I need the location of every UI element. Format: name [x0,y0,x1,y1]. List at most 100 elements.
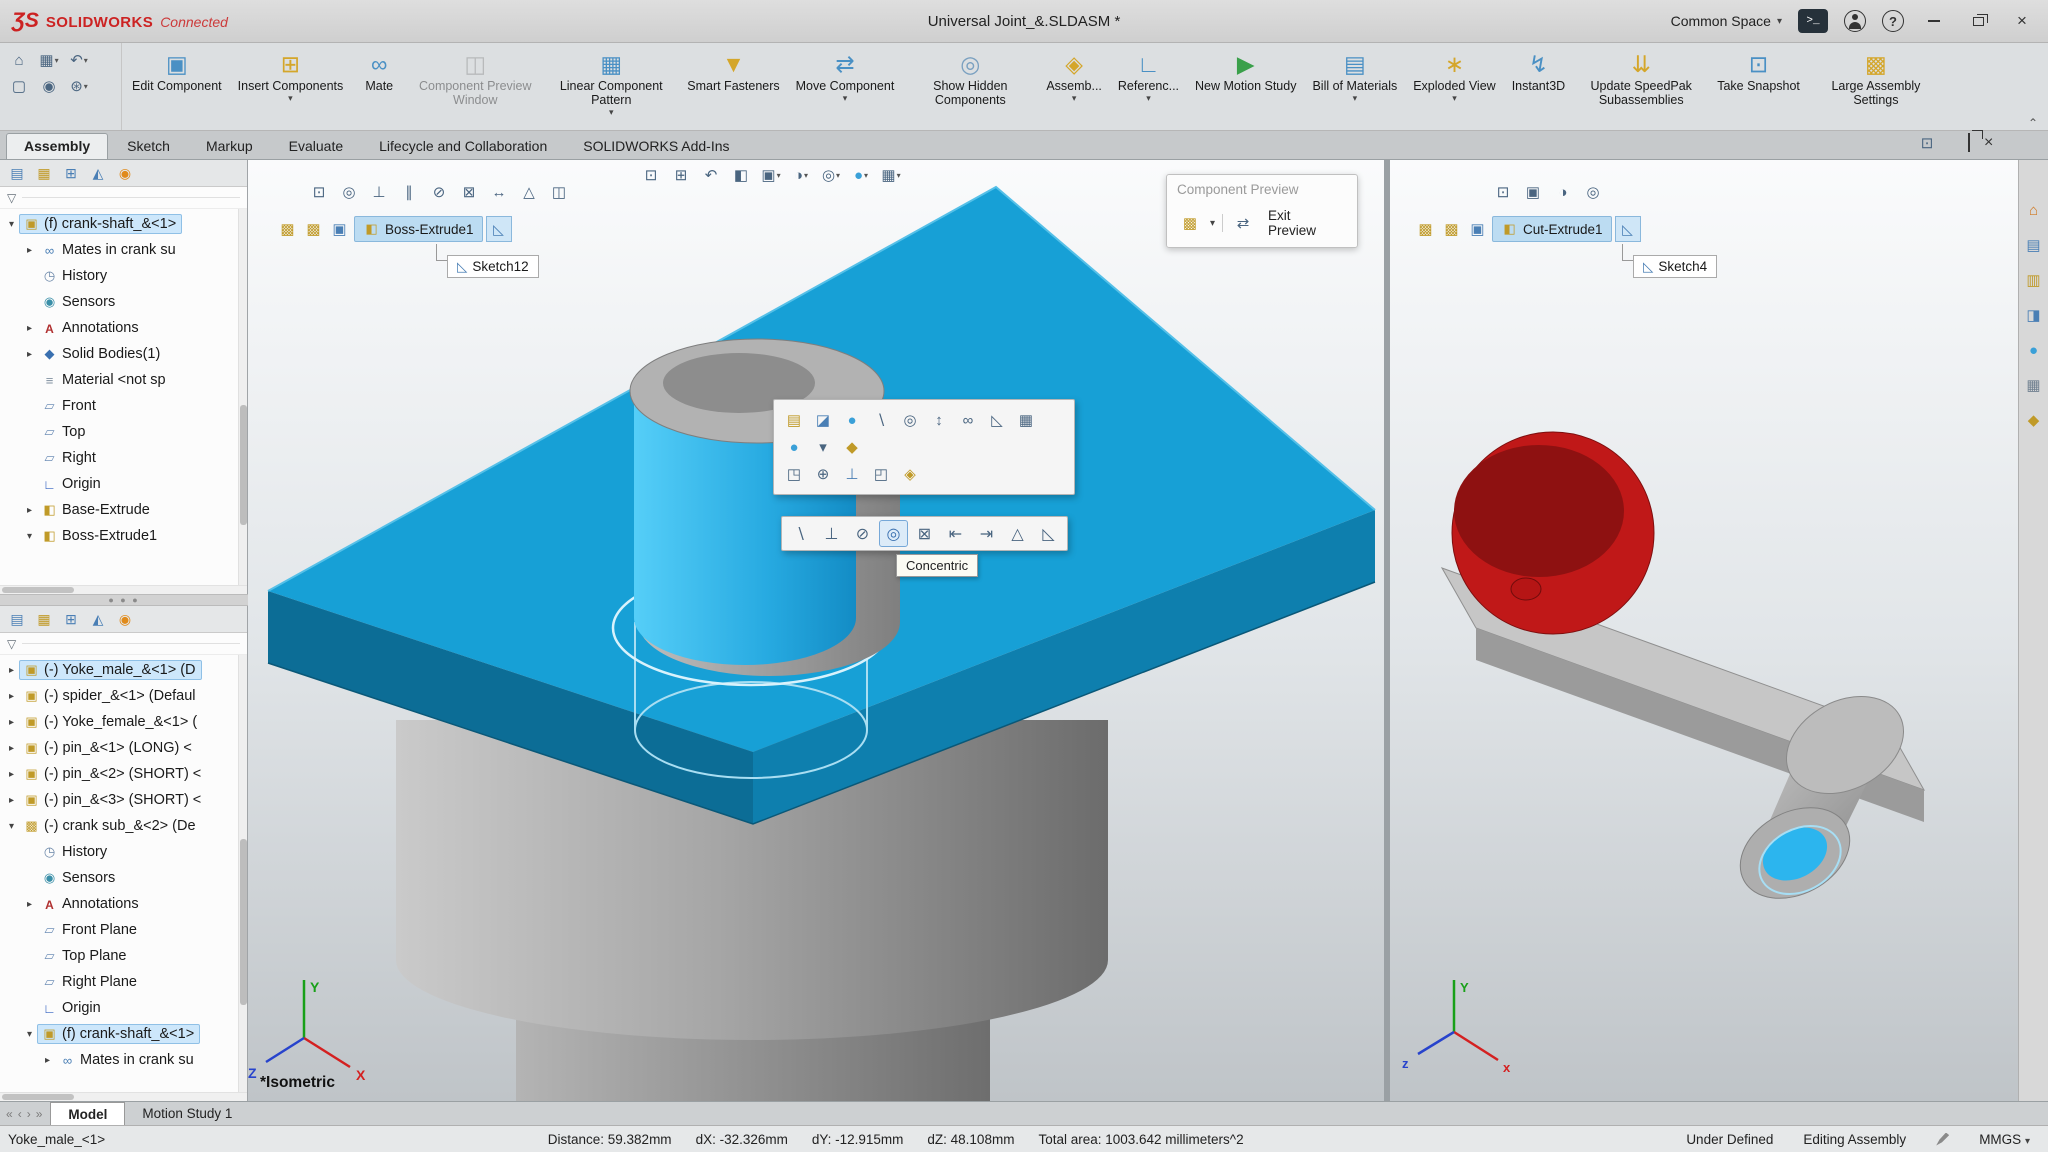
custom-properties-icon[interactable] [2022,373,2046,397]
doc-close-button[interactable]: × [1984,134,1993,152]
prev-tab-icon[interactable]: ‹ [18,1107,22,1121]
account-icon[interactable] [1844,10,1866,32]
horizontal-scrollbar[interactable] [0,1092,247,1101]
expand-arrow-icon[interactable] [4,769,19,780]
vertical-scrollbar[interactable] [238,655,247,1092]
hide-show-icon[interactable] [1580,180,1606,204]
smart-dimension-icon[interactable] [1034,520,1063,547]
tree-item[interactable]: Front [0,393,247,419]
expand-arrow-icon[interactable] [22,505,37,516]
left-3d-scene[interactable]: Y X Z [248,160,1384,1101]
new-document-icon[interactable] [6,74,32,98]
home-icon[interactable] [6,48,32,72]
hide-icon[interactable] [897,408,923,432]
ribbon-button[interactable]: Component Preview Window ▾ [407,45,543,128]
assembly-icon[interactable] [1414,218,1437,241]
minimize-button[interactable] [1920,8,1948,34]
command-tab[interactable]: Sketch [110,134,187,159]
appearances-icon[interactable] [2022,338,2046,362]
expand-arrow-icon[interactable] [22,531,37,542]
hide-show-icon[interactable] [818,163,844,187]
sync-preview-icon[interactable] [1230,211,1256,235]
assembly-icon[interactable] [1177,211,1203,235]
ribbon-button[interactable]: Mate ▾ [351,45,407,128]
tree-item[interactable]: Material <not sp [0,367,247,393]
tab-model[interactable]: Model [50,1102,125,1125]
crank-wheel-top-face[interactable] [1454,445,1624,577]
main-graphics-viewport[interactable]: Y X Z Boss-Extrude1 Sketch12 [248,160,1384,1101]
display-style-icon[interactable] [788,163,814,187]
horizontal-dim-icon[interactable] [941,520,970,547]
configure-feature-icon[interactable] [897,462,923,486]
terminal-icon[interactable]: >_ [1798,9,1828,33]
edit-appearance-icon[interactable] [848,163,874,187]
tree-item[interactable]: Right Plane [0,969,247,995]
subassembly-icon[interactable] [1440,218,1463,241]
dock-window-icon[interactable]: ⊡ [1914,131,1940,155]
chevron-down-icon[interactable]: ▾ [1210,218,1215,229]
command-tab[interactable]: Lifecycle and Collaboration [362,134,564,159]
close-button[interactable]: × [2008,8,2036,34]
dimxpertmanager-tab-icon[interactable] [85,162,111,185]
previous-view-icon[interactable] [698,163,724,187]
tree-item[interactable]: Top Plane [0,943,247,969]
right-3d-scene[interactable]: Y x z [1390,160,2018,1101]
view-orientation-icon[interactable] [758,163,784,187]
ribbon-button[interactable]: Linear Component Pattern ▾ [543,45,679,128]
expand-arrow-icon[interactable] [22,245,37,256]
first-tab-icon[interactable]: « [6,1107,13,1121]
tree-item[interactable]: Mates in crank su [0,1047,247,1073]
panel-splitter[interactable]: ● ● ● [0,594,248,606]
edit-feature-icon[interactable] [781,408,807,432]
measure-icon[interactable] [926,408,952,432]
command-tab[interactable]: SOLIDWORKS Add-Ins [566,134,746,159]
feature-breadcrumb-chip[interactable]: Cut-Extrude1 [1492,216,1612,242]
ribbon-button[interactable]: Bill of Materials ▾ [1304,45,1405,128]
save-icon[interactable] [36,48,62,72]
ribbon-button[interactable]: Show Hidden Components ▾ [902,45,1038,128]
assembly-icon[interactable] [276,218,299,241]
last-tab-icon[interactable]: » [36,1107,43,1121]
view-palette-icon[interactable] [2022,303,2046,327]
command-tab[interactable]: Assembly [6,133,108,159]
expand-arrow-icon[interactable] [22,1029,37,1040]
box-zoom-icon[interactable] [781,462,807,486]
zoom-area-icon[interactable] [668,163,694,187]
magnify-icon[interactable] [810,462,836,486]
tree-item[interactable]: History [0,263,247,289]
ribbon-button[interactable]: Smart Fasteners ▾ [679,45,787,128]
part-icon[interactable] [328,218,351,241]
command-tab[interactable]: Markup [189,134,270,159]
preview-graphics-viewport[interactable]: Y x z Cut-Extrude1 Sketch4 [1390,160,2018,1101]
sketch-breadcrumb-chip[interactable]: Sketch12 [447,255,539,278]
tree-item[interactable]: Sensors [0,289,247,315]
tree-item[interactable]: History [0,839,247,865]
doc-restore-button[interactable] [1968,134,1970,152]
attach-icon[interactable] [955,408,981,432]
tree-item[interactable]: (-) spider_&<1> (Defaul [0,683,247,709]
tab-navigation[interactable]: « ‹ › » [6,1102,50,1125]
expand-arrow-icon[interactable] [4,743,19,754]
comment-icon[interactable] [984,408,1010,432]
zoom-fit-icon[interactable] [638,163,664,187]
tree-item[interactable]: Boss-Extrude1 [0,523,247,549]
tree-item[interactable]: (-) pin_&<2> (SHORT) < [0,761,247,787]
isolate-icon[interactable] [868,462,894,486]
lock2-icon[interactable] [456,180,482,204]
propertymanager-tab-icon[interactable] [31,162,57,185]
tree-item[interactable]: (f) crank-shaft_&<1> [0,211,247,237]
concentric2-icon[interactable] [336,180,362,204]
tree-item[interactable]: (-) Yoke_male_&<1> (D [0,657,247,683]
tree-item[interactable]: Origin [0,471,247,497]
ribbon-button[interactable]: Instant3D ▾ [1504,45,1574,128]
tree-item[interactable]: Origin [0,995,247,1021]
tree-item[interactable]: Annotations [0,315,247,341]
tree-item[interactable]: (f) crank-shaft_&<1> [0,1021,247,1047]
design-library-icon[interactable] [2022,233,2046,257]
sketch-chip-box[interactable] [486,216,512,242]
horizontal-scrollbar[interactable] [0,585,247,594]
display-style-icon[interactable] [1550,180,1576,204]
displaymanager-tab-icon[interactable] [112,608,138,631]
width-icon[interactable] [546,180,572,204]
tree-item[interactable]: (-) crank sub_&<2> (De [0,813,247,839]
